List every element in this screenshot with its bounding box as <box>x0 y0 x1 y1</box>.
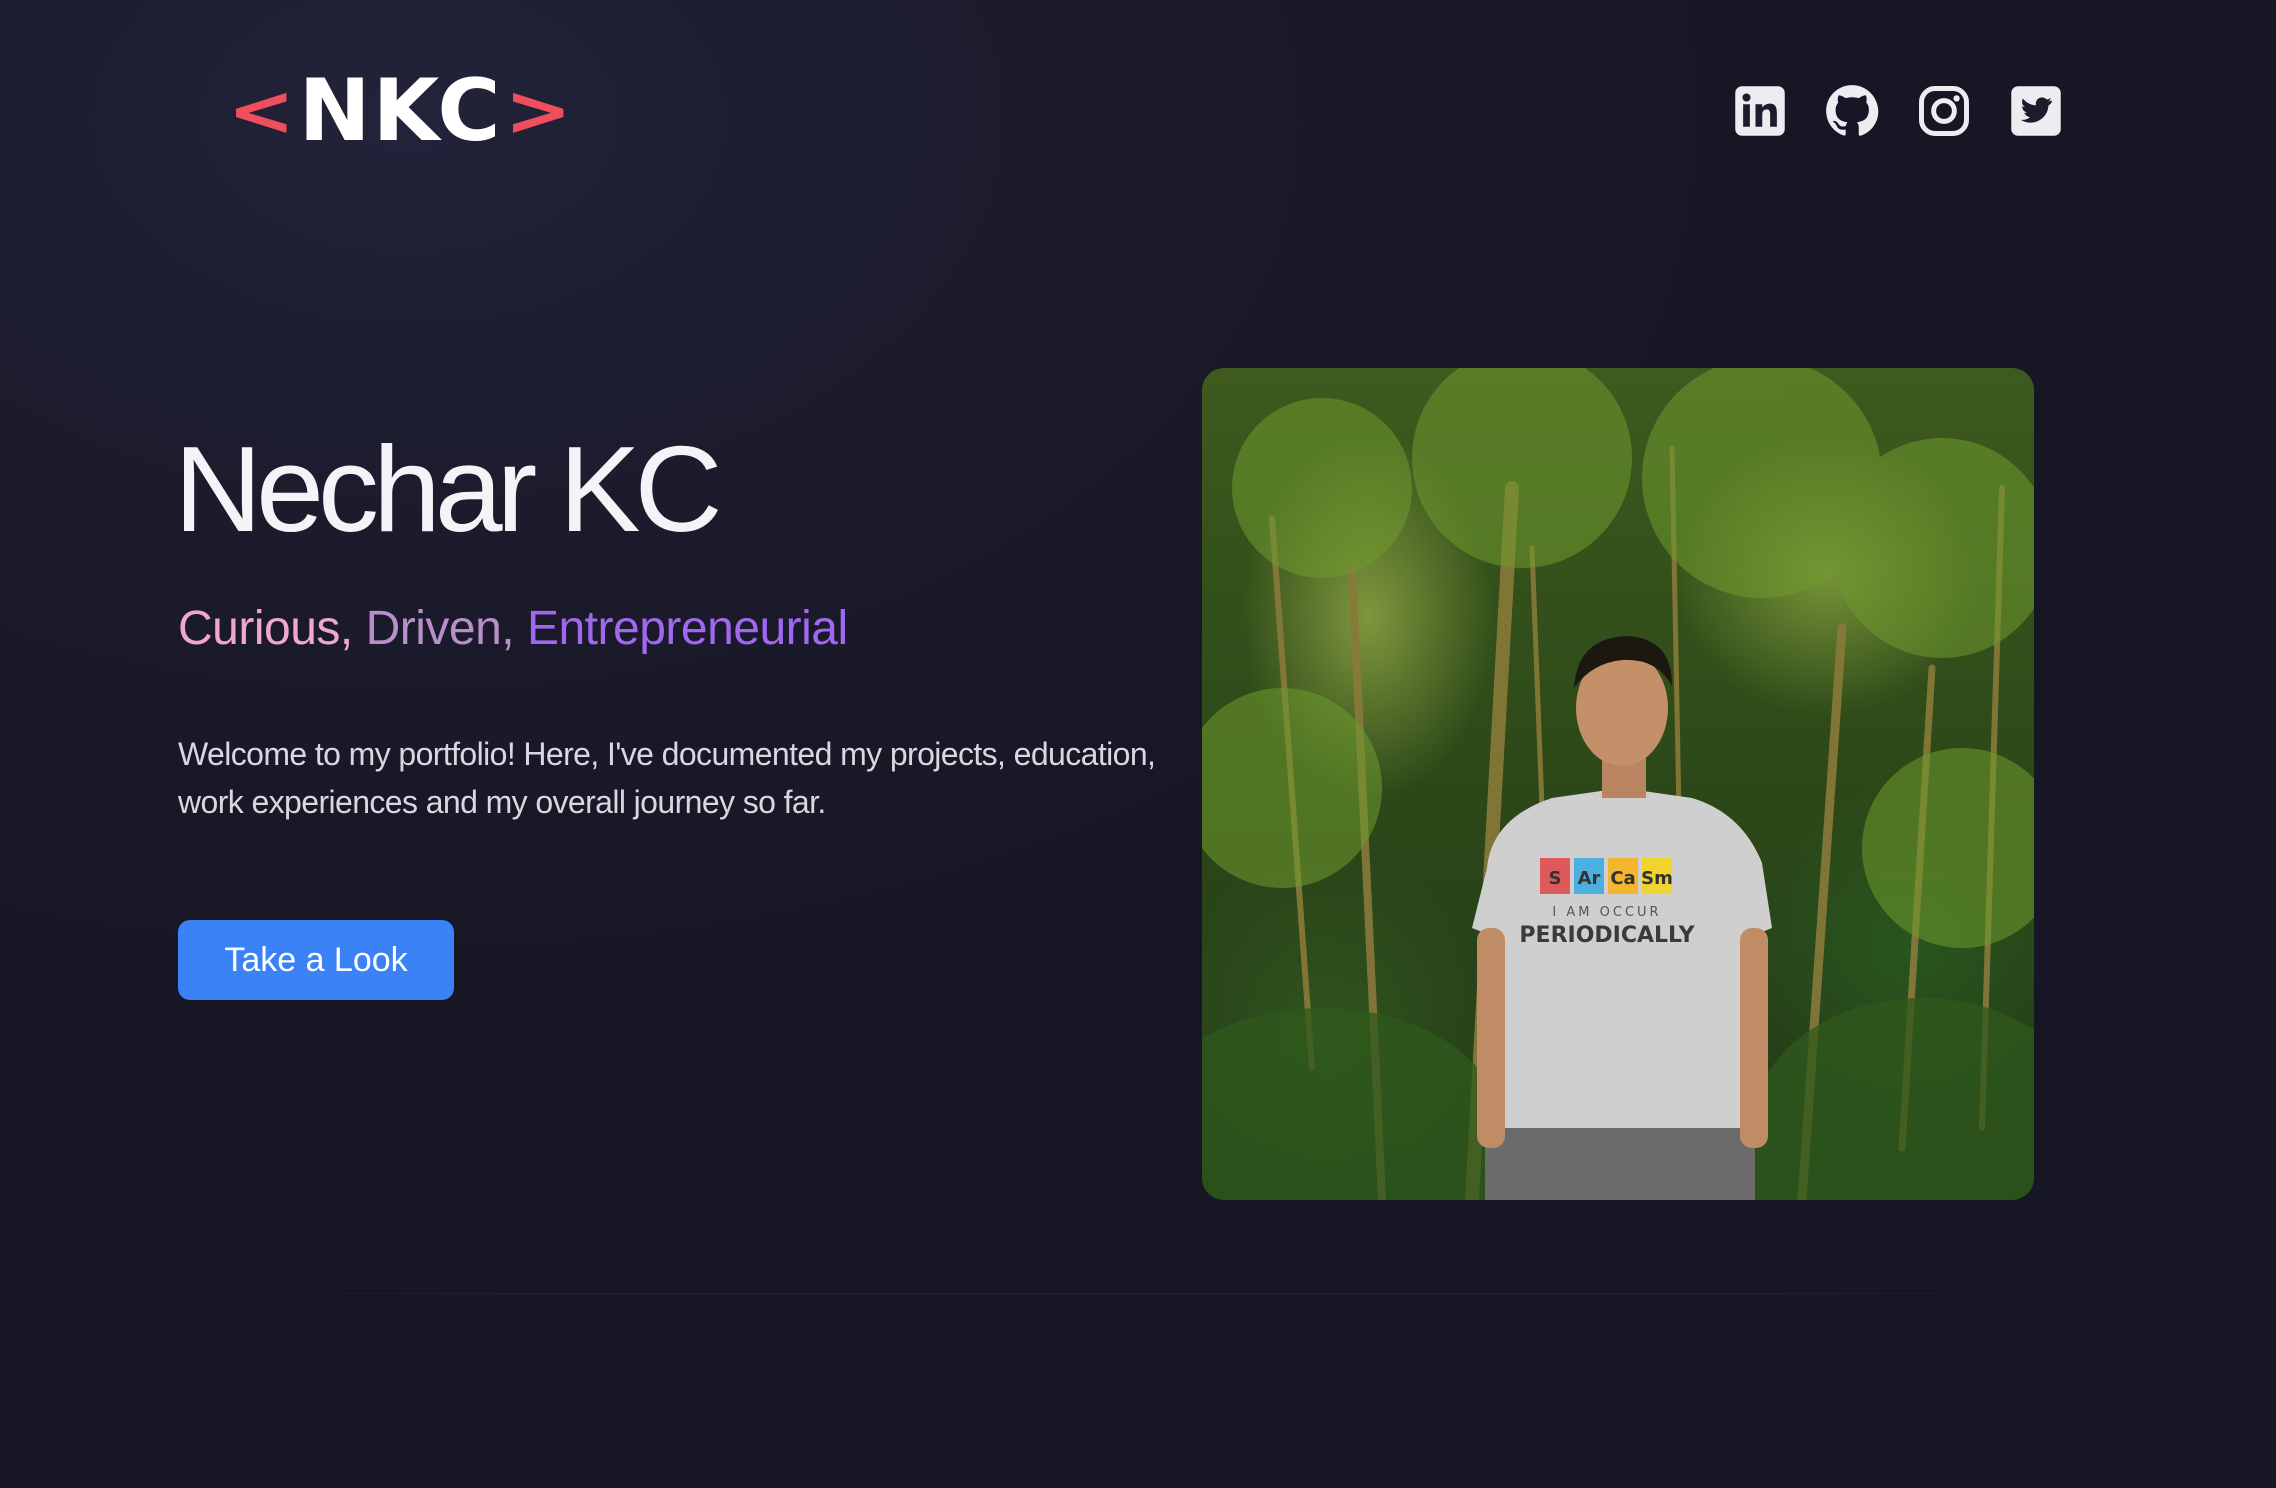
profile-photo-illustration: S Ar Ca Sm I AM OCCUR PERIODICALLY <box>1202 368 2034 1200</box>
shirt-el-2: Ar <box>1578 868 1601 889</box>
profile-photo: S Ar Ca Sm I AM OCCUR PERIODICALLY <box>1202 368 2034 1200</box>
twitter-link[interactable] <box>2009 84 2063 138</box>
github-icon <box>1826 85 1879 136</box>
instagram-icon <box>1919 86 1969 136</box>
shirt-subtext: I AM OCCUR <box>1552 905 1661 920</box>
site-logo[interactable]: < NKC > <box>227 61 571 161</box>
instagram-link[interactable] <box>1917 84 1971 138</box>
logo-left-bracket: < <box>227 70 298 152</box>
linkedin-icon <box>1735 86 1785 136</box>
hero-intro: Welcome to my portfolio! Here, I've docu… <box>178 736 1156 820</box>
section-divider <box>178 1293 2098 1294</box>
shirt-el-4: Sm <box>1641 868 1673 889</box>
linkedin-link[interactable] <box>1733 84 1787 138</box>
shirt-el-3: Ca <box>1610 868 1635 889</box>
tagline-word-curious: Curious, <box>178 602 353 655</box>
tagline-word-driven: Driven, <box>365 602 515 655</box>
tagline-word-entrepreneurial: Entrepreneurial <box>526 602 848 655</box>
take-a-look-button[interactable]: Take a Look <box>178 920 454 1000</box>
logo-right-bracket: > <box>503 70 574 152</box>
shirt-maintext: PERIODICALLY <box>1519 923 1695 948</box>
twitter-icon <box>2011 86 2061 136</box>
social-links <box>1733 84 2063 138</box>
hero-tagline: Curious, Driven, Entrepreneurial <box>178 600 848 658</box>
shirt-el-1: S <box>1549 868 1562 889</box>
logo-text: NKC <box>298 61 503 161</box>
github-link[interactable] <box>1825 84 1879 138</box>
hero-name: Nechar KC <box>174 421 723 557</box>
